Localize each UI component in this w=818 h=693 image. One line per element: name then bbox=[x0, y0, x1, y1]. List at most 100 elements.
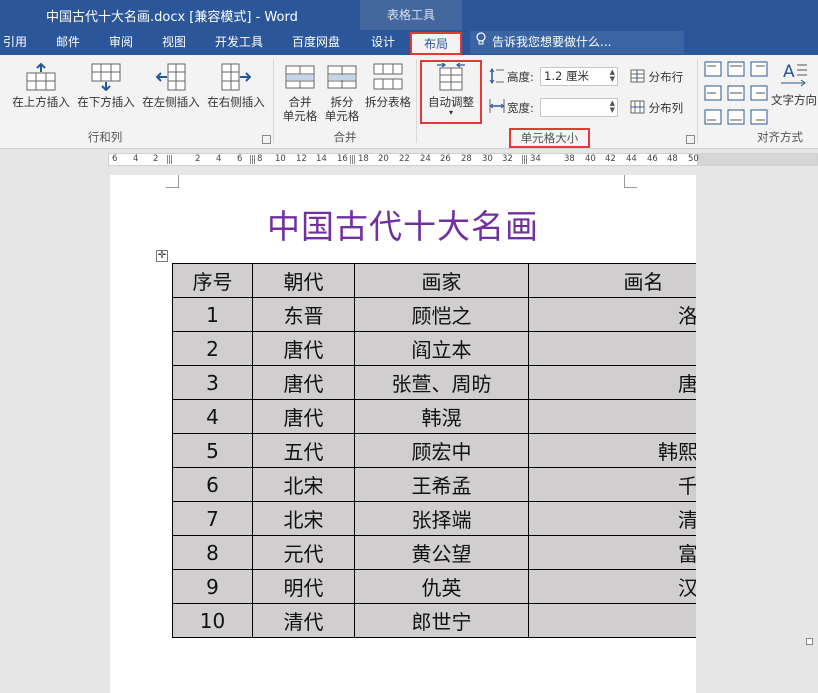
header-cell[interactable]: 画家 bbox=[354, 263, 529, 298]
document-heading[interactable]: 中国古代十大名画 bbox=[110, 200, 696, 248]
distribute-rows-button[interactable]: 分布行 bbox=[630, 69, 688, 86]
ruler-tick: 4 bbox=[133, 154, 139, 164]
ruler-tick: 6 bbox=[237, 154, 243, 164]
text-direction-button[interactable]: A 文字方向 bbox=[770, 61, 818, 107]
tab-developer[interactable]: 开发工具 bbox=[210, 30, 268, 55]
paintings-table[interactable]: 序号 朝代 画家 画名 1 东晋 顾恺之 洛神赋图 2 唐代 阎立本 步辇图 3… bbox=[172, 263, 759, 638]
table-cell[interactable]: 韩滉 bbox=[354, 399, 529, 434]
ruler-tick: 22 bbox=[399, 154, 410, 164]
table-move-handle-icon[interactable]: ✛ bbox=[156, 250, 168, 262]
tab-layout[interactable]: 布局 bbox=[410, 32, 462, 55]
table-cell[interactable]: 东晋 bbox=[252, 297, 355, 332]
table-cell[interactable]: 4 bbox=[172, 399, 253, 434]
table-cell[interactable]: 唐代 bbox=[252, 399, 355, 434]
ruler-marker[interactable] bbox=[350, 155, 355, 164]
autofit-label: 自动调整 bbox=[428, 95, 474, 109]
insert-above-button[interactable]: 在上方插入 bbox=[10, 63, 72, 109]
distribute-cols-icon bbox=[630, 100, 645, 117]
ruler-tick: 12 bbox=[296, 154, 307, 164]
group-divider bbox=[273, 59, 274, 143]
table-cell[interactable]: 7 bbox=[172, 501, 253, 536]
table-cell[interactable]: 黄公望 bbox=[354, 535, 529, 570]
tab-review[interactable]: 审阅 bbox=[105, 30, 137, 55]
ruler-tick: 4 bbox=[216, 154, 222, 164]
autofit-button[interactable]: 自动调整 ▾ bbox=[423, 63, 479, 117]
table-row: 1 东晋 顾恺之 洛神赋图 bbox=[172, 297, 759, 332]
header-cell[interactable]: 朝代 bbox=[252, 263, 355, 298]
ruler-tick: 2 bbox=[195, 154, 201, 164]
table-cell[interactable]: 阎立本 bbox=[354, 331, 529, 366]
ruler-marker[interactable] bbox=[167, 155, 172, 164]
spinner-icon[interactable]: ▲ ▼ bbox=[610, 100, 615, 114]
tab-view[interactable]: 视图 bbox=[158, 30, 190, 55]
table-cell[interactable]: 五代 bbox=[252, 433, 355, 468]
table-cell[interactable]: 顾宏中 bbox=[354, 433, 529, 468]
header-cell[interactable]: 序号 bbox=[172, 263, 253, 298]
spinner-icon[interactable]: ▲ ▼ bbox=[610, 69, 615, 83]
workspace-background bbox=[696, 175, 818, 693]
table-cell[interactable]: 唐代 bbox=[252, 331, 355, 366]
merge-cells-button[interactable]: 合并 单元格 bbox=[280, 63, 320, 123]
table-cell[interactable]: 仇英 bbox=[354, 569, 529, 604]
table-cell[interactable]: 8 bbox=[172, 535, 253, 570]
table-cell[interactable]: 唐代 bbox=[252, 365, 355, 400]
ruler-tick: 16 bbox=[337, 154, 348, 164]
table-cell[interactable]: 明代 bbox=[252, 569, 355, 604]
rows-cols-dialog-launcher[interactable] bbox=[262, 135, 271, 144]
split-cells-label-2: 单元格 bbox=[324, 109, 360, 123]
table-cell[interactable]: 1 bbox=[172, 297, 253, 332]
table-cell[interactable]: 5 bbox=[172, 433, 253, 468]
insert-left-label: 在左侧插入 bbox=[142, 95, 200, 109]
table-cell[interactable]: 6 bbox=[172, 467, 253, 502]
insert-right-label: 在右侧插入 bbox=[207, 95, 265, 109]
cell-size-dialog-launcher[interactable] bbox=[686, 135, 695, 144]
table-cell[interactable]: 元代 bbox=[252, 535, 355, 570]
insert-left-icon bbox=[156, 63, 186, 91]
table-resize-handle[interactable] bbox=[806, 638, 813, 645]
table-cell[interactable]: 张择端 bbox=[354, 501, 529, 536]
ruler-marker[interactable] bbox=[250, 155, 255, 164]
crop-mark-top-left bbox=[166, 175, 179, 188]
ruler-tick: 10 bbox=[275, 154, 286, 164]
insert-below-label: 在下方插入 bbox=[77, 95, 135, 109]
ruler-tick: 26 bbox=[440, 154, 451, 164]
tab-references[interactable]: 引用 bbox=[0, 30, 30, 55]
table-cell[interactable]: 10 bbox=[172, 603, 253, 638]
group-divider bbox=[416, 59, 417, 143]
distribute-cols-button[interactable]: 分布列 bbox=[630, 100, 688, 117]
ruler-marker[interactable] bbox=[522, 155, 527, 164]
table-cell[interactable]: 2 bbox=[172, 331, 253, 366]
split-cells-label-1: 拆分 bbox=[330, 95, 354, 109]
tab-design[interactable]: 设计 bbox=[366, 30, 400, 55]
col-width-icon bbox=[489, 98, 505, 117]
tab-baidu-netdisk[interactable]: 百度网盘 bbox=[287, 30, 345, 55]
table-cell[interactable]: 9 bbox=[172, 569, 253, 604]
row-height-input[interactable]: 1.2 厘米 ▲ ▼ bbox=[540, 67, 618, 86]
table-cell[interactable]: 清代 bbox=[252, 603, 355, 638]
split-cells-button[interactable]: 拆分 单元格 bbox=[322, 63, 362, 123]
col-width-input[interactable]: ▲ ▼ bbox=[540, 98, 618, 117]
table-cell[interactable]: 北宋 bbox=[252, 467, 355, 502]
tab-mailings[interactable]: 邮件 bbox=[52, 30, 84, 55]
insert-left-button[interactable]: 在左侧插入 bbox=[140, 63, 202, 109]
table-cell[interactable]: 3 bbox=[172, 365, 253, 400]
ruler-tick: 34 bbox=[530, 154, 541, 164]
table-row: 5 五代 顾宏中 韩熙载夜宴 bbox=[172, 433, 759, 468]
ruler-tick: 50 bbox=[688, 154, 699, 164]
rows-cols-group-label: 行和列 bbox=[87, 130, 123, 144]
insert-below-button[interactable]: 在下方插入 bbox=[75, 63, 137, 109]
ruler-tick: 28 bbox=[461, 154, 472, 164]
ruler-tick: 18 bbox=[358, 154, 369, 164]
tell-me-search[interactable]: 告诉我您想要做什么... bbox=[470, 31, 684, 54]
split-table-button[interactable]: 拆分表格 bbox=[364, 63, 412, 109]
width-label: 宽度: bbox=[507, 101, 534, 115]
merge-group-label: 合并 bbox=[333, 130, 357, 144]
row-height-icon bbox=[489, 68, 505, 87]
ribbon-tab-bar: 引用 邮件 审阅 视图 开发工具 百度网盘 设计 布局 bbox=[0, 30, 818, 55]
table-cell[interactable]: 郎世宁 bbox=[354, 603, 529, 638]
table-cell[interactable]: 北宋 bbox=[252, 501, 355, 536]
table-cell[interactable]: 王希孟 bbox=[354, 467, 529, 502]
insert-right-button[interactable]: 在右侧插入 bbox=[205, 63, 267, 109]
table-cell[interactable]: 张萱、周昉 bbox=[354, 365, 529, 400]
table-cell[interactable]: 顾恺之 bbox=[354, 297, 529, 332]
